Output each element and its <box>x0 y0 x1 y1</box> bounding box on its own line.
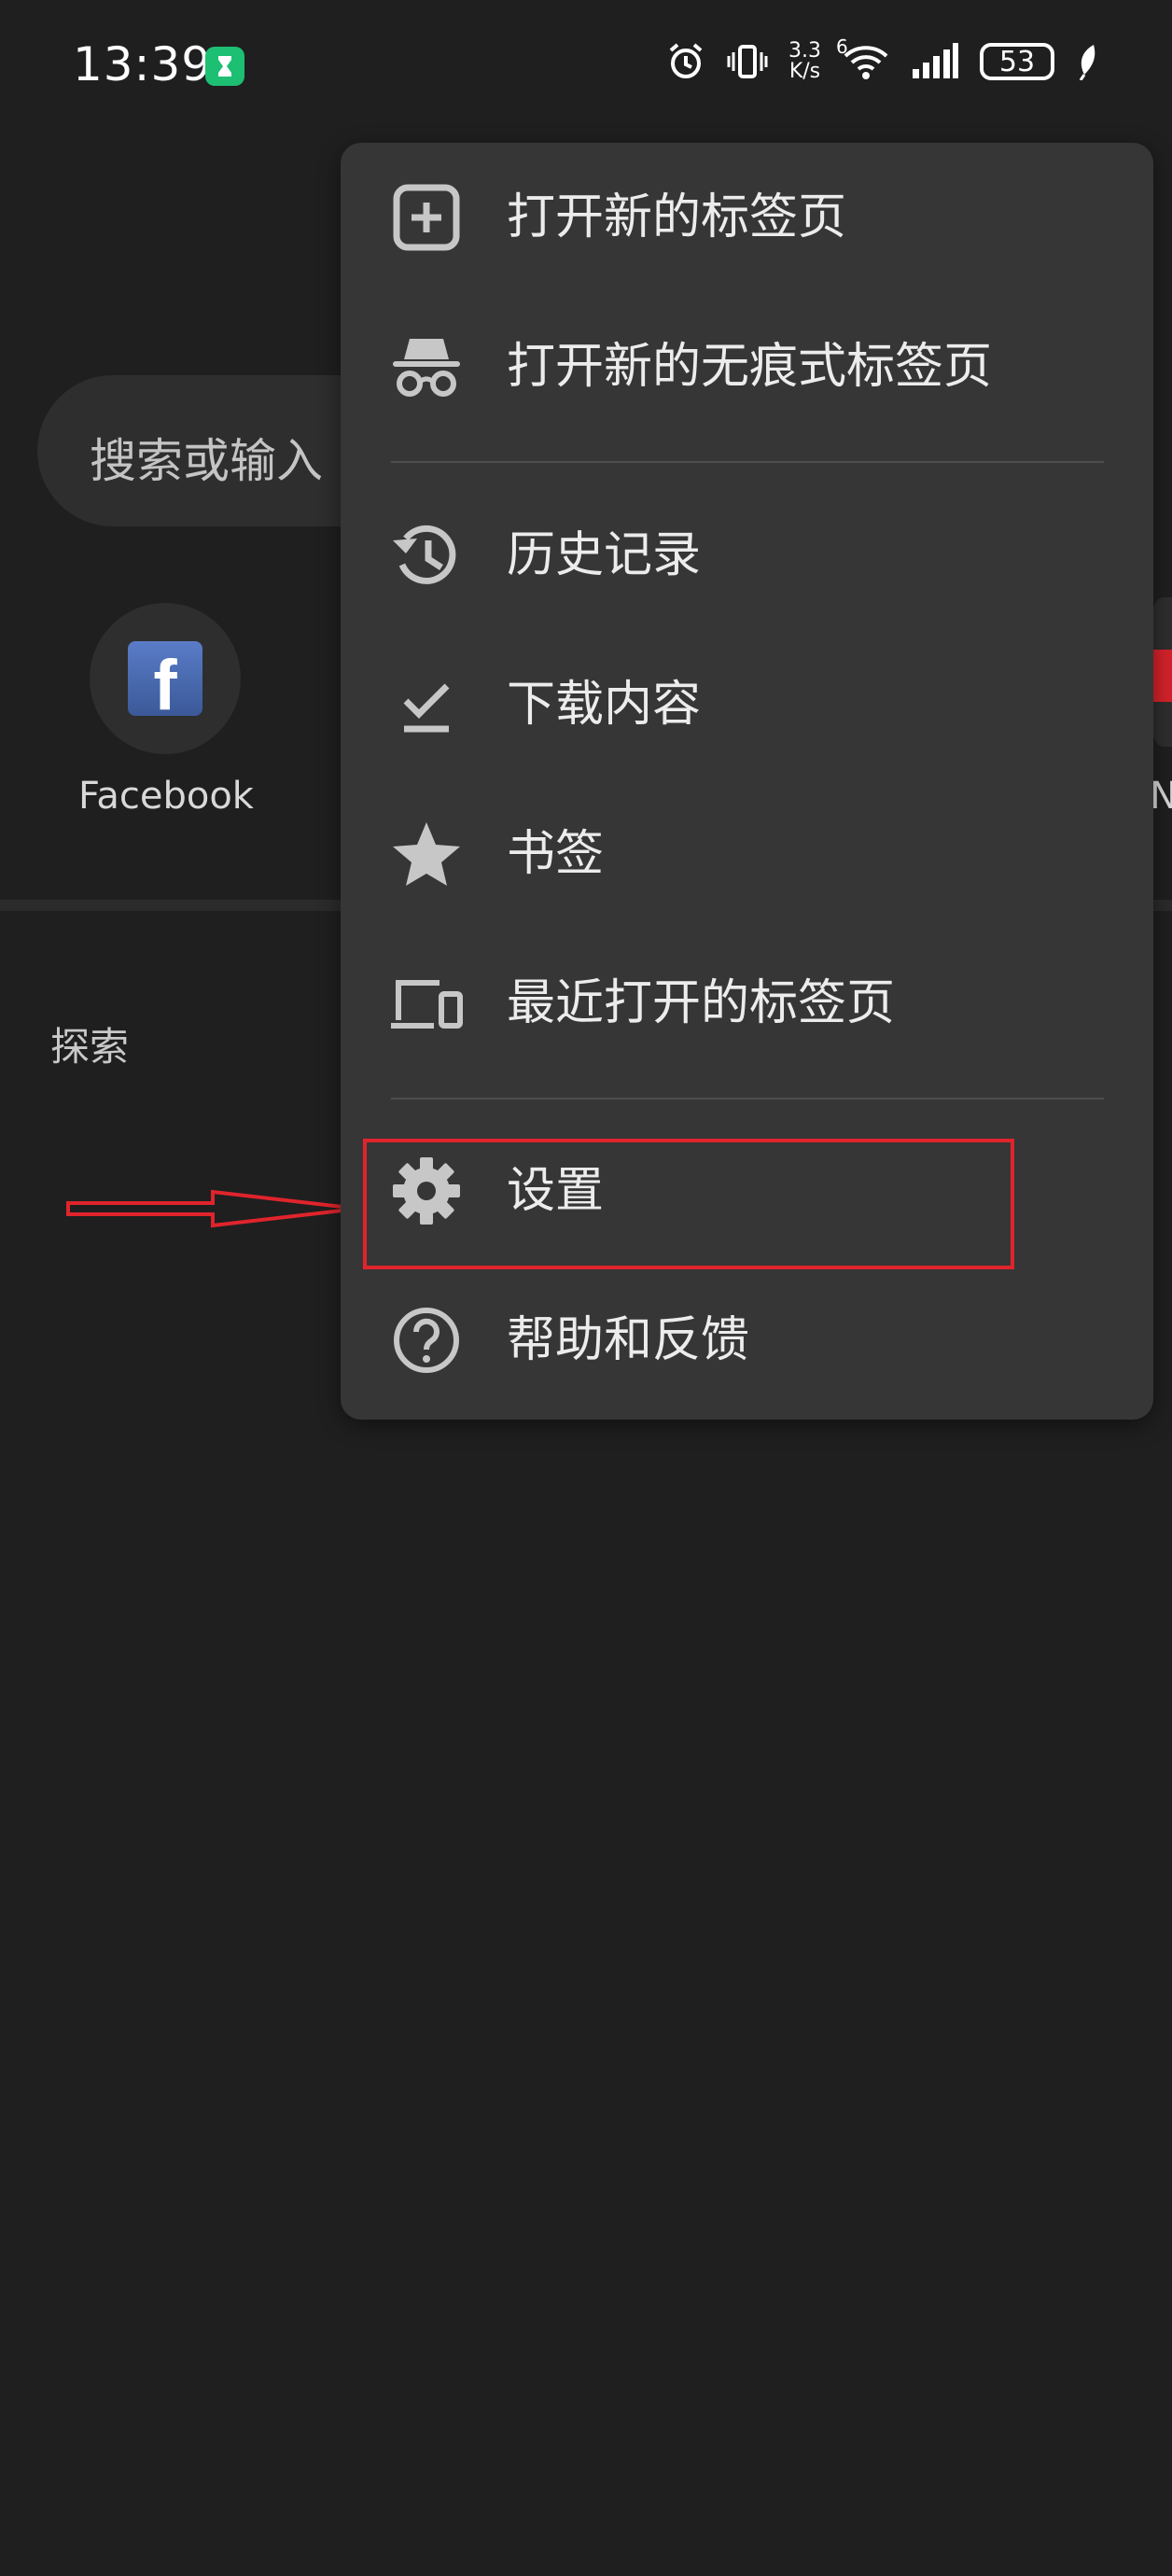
search-placeholder: 搜索或输入 <box>90 434 323 488</box>
menu-item-label: 帮助和反馈 <box>507 1312 750 1368</box>
new-tab-icon <box>393 184 460 251</box>
menu-separator <box>391 461 1104 463</box>
status-time: 13:39 <box>73 37 213 91</box>
menu-item-label: 书签 <box>507 826 605 882</box>
vibrate-icon <box>727 41 768 82</box>
menu-item-label: 打开新的标签页 <box>507 189 847 245</box>
menu-separator <box>391 1098 1104 1099</box>
help-icon <box>394 1308 459 1373</box>
menu-item-history[interactable]: 历史记录 <box>341 481 1153 630</box>
annotation-highlight-box <box>363 1139 1014 1269</box>
facebook-icon: f <box>128 641 202 716</box>
signal-icon <box>911 43 959 80</box>
menu-item-incognito-tab[interactable]: 打开新的无痕式标签页 <box>341 292 1153 441</box>
downloads-icon <box>403 683 450 733</box>
menu-item-downloads[interactable]: 下载内容 <box>341 630 1153 779</box>
wifi-icon: 6 <box>836 35 890 82</box>
status-icons: 3.3 K/s 6 53 <box>665 35 1099 83</box>
battery-icon: 53 <box>980 43 1054 80</box>
menu-item-label: 最近打开的标签页 <box>507 975 896 1031</box>
incognito-icon <box>393 339 460 397</box>
explore-heading: 探索 <box>50 1024 130 1070</box>
hourglass-icon <box>205 47 244 86</box>
shortcut-facebook[interactable]: f <box>90 603 241 754</box>
menu-item-recent-tabs[interactable]: 最近打开的标签页 <box>341 929 1153 1078</box>
net-speed: 3.3 K/s <box>788 39 821 83</box>
menu-item-new-tab[interactable]: 打开新的标签页 <box>341 143 1153 292</box>
menu-item-help[interactable]: 帮助和反馈 <box>341 1266 1153 1415</box>
bookmark-star-icon <box>393 822 460 886</box>
history-icon <box>393 525 456 584</box>
menu-item-label: 历史记录 <box>507 527 702 583</box>
leaf-icon <box>1075 43 1099 80</box>
recent-tabs-icon <box>391 980 463 1029</box>
annotation-arrow-icon <box>66 1189 359 1228</box>
menu-item-label: 打开新的无痕式标签页 <box>507 339 993 395</box>
alarm-icon <box>665 41 706 82</box>
shortcut-label-facebook: Facebook <box>78 775 254 818</box>
menu-item-bookmarks[interactable]: 书签 <box>341 779 1153 929</box>
menu-item-label: 下载内容 <box>507 677 702 733</box>
